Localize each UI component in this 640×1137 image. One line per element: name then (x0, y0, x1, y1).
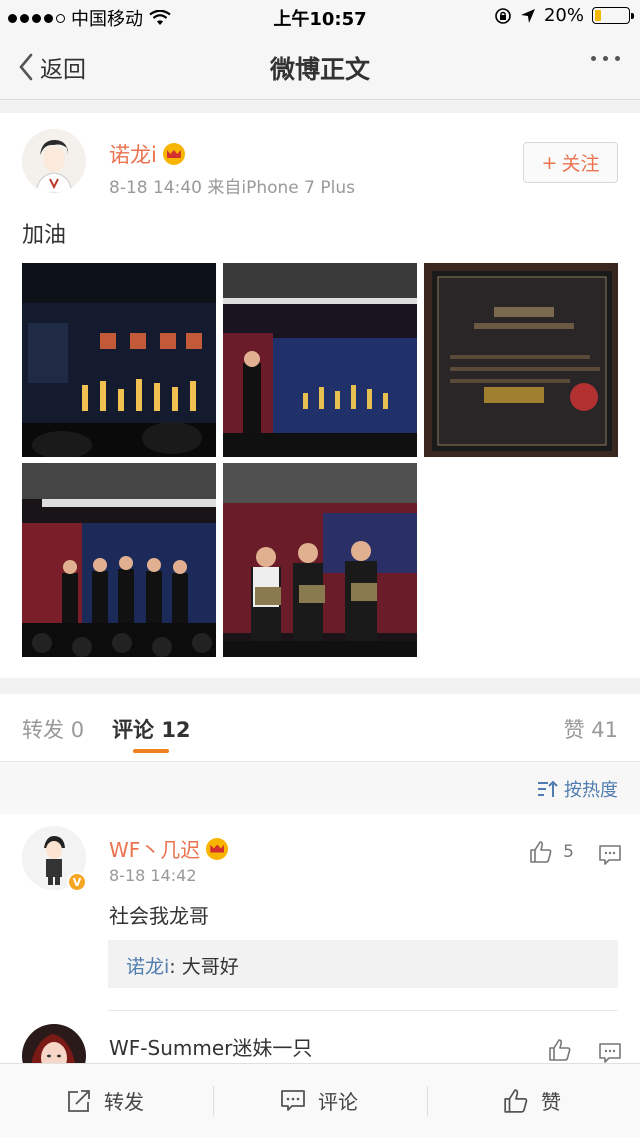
bottom-action-bar: 转发 评论 赞 (0, 1063, 640, 1137)
sort-by-hot-button[interactable]: 按热度 (536, 776, 618, 802)
sub-reply-sep: : (169, 956, 182, 978)
sub-reply[interactable]: 诺龙i: 大哥好 (108, 940, 618, 988)
more-dot (591, 56, 596, 61)
more-dot (615, 56, 620, 61)
commenter-name-text: WF丶几迟 (109, 838, 201, 862)
comment-button[interactable]: 评论 (280, 1086, 358, 1115)
post-photo-1[interactable] (22, 263, 216, 457)
repost-button[interactable]: 转发 (66, 1086, 144, 1115)
tab-comment-label: 评论 (112, 718, 154, 742)
status-bar: 中国移动 上午10:57 20% (0, 0, 640, 32)
thumbs-up-icon (530, 841, 552, 863)
comment-like-button[interactable]: 5 (529, 840, 574, 864)
post-text: 加油 (22, 223, 67, 248)
share-icon (68, 1089, 90, 1112)
tab-like[interactable]: 赞 41 (564, 714, 618, 744)
tab-comment[interactable]: 评论 12 (112, 714, 191, 744)
tab-repost[interactable]: 转发 0 (22, 714, 84, 744)
author-avatar[interactable] (22, 129, 86, 193)
sort-label: 按热度 (564, 780, 618, 801)
post-photo-4[interactable] (22, 463, 216, 657)
sort-icon (538, 780, 558, 797)
thumbs-up-icon (504, 1088, 528, 1113)
interaction-tabs: 转发 0 评论 12 赞 41 (0, 694, 640, 762)
comment-label: 评论 (318, 1090, 358, 1114)
author-name[interactable]: 诺龙i (109, 139, 185, 169)
post-meta: 8-18 14:40 来自iPhone 7 Plus (109, 178, 355, 198)
verified-badge-icon: V (67, 872, 87, 892)
comment-reply-icon[interactable] (598, 844, 622, 866)
comment-reply-icon[interactable] (598, 1042, 622, 1064)
commenter-name[interactable]: WF丶几迟 (109, 834, 229, 863)
post-photo-3[interactable] (424, 263, 618, 457)
status-right: 20% (494, 5, 634, 26)
sub-reply-text: 大哥好 (181, 956, 239, 978)
rotation-lock-icon (495, 7, 511, 24)
like-label: 赞 (541, 1090, 561, 1114)
tab-repost-label: 转发 (22, 718, 64, 742)
bottom-divider (213, 1086, 214, 1116)
bottom-divider (427, 1086, 428, 1116)
comment-like-count: 5 (563, 842, 574, 862)
plus-icon: + (541, 151, 558, 174)
like-button[interactable]: 赞 (503, 1086, 561, 1115)
tab-comment-count: 12 (161, 718, 191, 742)
comment-text: 社会我龙哥 (109, 904, 209, 928)
sort-bar: 按热度 (0, 762, 640, 814)
thumbs-up-icon[interactable] (548, 1038, 572, 1062)
author-name-text: 诺龙i (109, 143, 157, 167)
post-photo-5[interactable] (223, 463, 417, 657)
vip-crown-icon (162, 143, 185, 165)
comment-list: V WF丶几迟 8-18 14:42 社会我龙哥 5 诺龙i: 大哥好 WF-S… (0, 814, 640, 1074)
battery-icon (592, 7, 634, 24)
page-title: 微博正文 (269, 55, 370, 84)
post-photo-2[interactable] (223, 263, 417, 457)
tab-like-label: 赞 (563, 718, 585, 742)
post-card: 诺龙i 8-18 14:40 来自iPhone 7 Plus + 关注 加油 (0, 113, 640, 678)
commenter-name[interactable]: WF-Summer迷妹一只 (109, 1032, 312, 1061)
tab-repost-count: 0 (70, 718, 85, 742)
nav-bar: 返回 微博正文 (0, 32, 640, 100)
follow-label: 关注 (561, 153, 600, 175)
more-button[interactable] (591, 56, 620, 61)
repost-label: 转发 (104, 1090, 144, 1114)
sub-reply-author[interactable]: 诺龙i (126, 956, 169, 978)
comment-time: 8-18 14:42 (109, 866, 197, 885)
comment-icon (281, 1089, 305, 1111)
commenter-name-text: WF-Summer迷妹一只 (109, 1036, 313, 1060)
comment-divider (108, 1010, 618, 1011)
active-tab-indicator (133, 749, 169, 753)
battery-percent: 20% (543, 5, 584, 26)
location-icon (520, 8, 535, 23)
follow-button[interactable]: + 关注 (523, 142, 618, 183)
tab-like-count: 41 (591, 718, 618, 742)
more-dot (603, 56, 608, 61)
vip-crown-icon (206, 837, 229, 860)
